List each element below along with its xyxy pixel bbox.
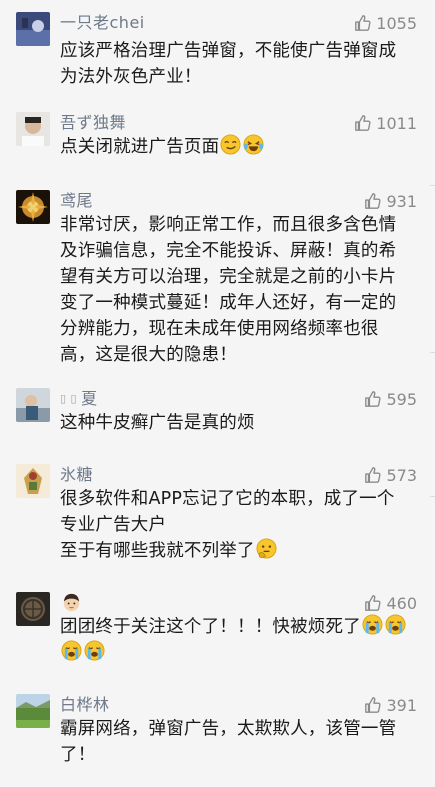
like-button[interactable]: 391 xyxy=(364,694,417,716)
like-count: 931 xyxy=(386,191,417,211)
comment-text: 团团终于关注这个了！！！快被烦死了 xyxy=(60,614,415,666)
like-button[interactable]: 931 xyxy=(364,190,417,212)
comment-text: 非常讨厌，影响正常工作，而且很多含色情 及诈骗信息，完全不能投诉、屏蔽！真的希 … xyxy=(60,215,397,365)
thumbs-up-icon xyxy=(365,595,381,611)
comment-text: 很多软件和APP忘记了它的本职，成了一个 专业广告大户 至于有哪些我就不列举了 xyxy=(60,489,395,561)
username[interactable]: 鸢尾 xyxy=(60,190,93,212)
username[interactable]: 吾ず独舞 xyxy=(60,112,126,134)
thumbs-up-icon xyxy=(365,697,381,713)
comment-text: 霸屏网络，弹窗广告，太欺欺人，该管一管 了！ xyxy=(60,719,397,765)
like-button[interactable]: 460 xyxy=(364,592,417,614)
username[interactable] xyxy=(60,592,82,615)
username[interactable]: 一只老chei xyxy=(60,12,145,34)
thumbs-up-icon xyxy=(365,391,381,407)
like-count: 1011 xyxy=(376,113,417,133)
divider xyxy=(430,496,435,497)
thumbs-up-icon xyxy=(355,115,371,131)
thumbs-up-icon xyxy=(365,193,381,209)
man-face-emoji xyxy=(61,592,81,612)
comment-text: 这种牛皮癣广告是真的烦 xyxy=(60,413,255,433)
avatar[interactable] xyxy=(16,694,50,728)
crying-emoji xyxy=(61,640,82,661)
divider xyxy=(430,352,435,353)
laugh-crying-emoji xyxy=(243,134,264,155)
username[interactable]: ▯ ▯ 夏 xyxy=(60,388,98,410)
comment-text: 点关闭就进广告页面 xyxy=(60,134,415,160)
username[interactable]: 氷糖 xyxy=(60,464,93,486)
smirk-emoji xyxy=(220,134,241,155)
like-count: 595 xyxy=(386,389,417,409)
like-count: 391 xyxy=(386,695,417,715)
thumbs-up-icon xyxy=(365,467,381,483)
crying-emoji xyxy=(84,640,105,661)
like-button[interactable]: 1011 xyxy=(354,112,417,134)
like-button[interactable]: 595 xyxy=(364,388,417,410)
avatar[interactable] xyxy=(16,592,50,626)
like-count: 460 xyxy=(386,593,417,613)
avatar[interactable] xyxy=(16,12,50,46)
thumbs-up-icon xyxy=(355,15,371,31)
like-button[interactable]: 1055 xyxy=(354,12,417,34)
divider xyxy=(430,185,435,186)
like-button[interactable]: 573 xyxy=(364,464,417,486)
placeholder-glyph-icon: ▯ ▯ xyxy=(60,392,82,405)
avatar[interactable] xyxy=(16,388,50,422)
comment-text: 应该严格治理广告弹窗，不能使广告弹窗成 为法外灰色产业！ xyxy=(60,41,397,87)
like-count: 1055 xyxy=(376,13,417,33)
like-count: 573 xyxy=(386,465,417,485)
avatar[interactable] xyxy=(16,464,50,498)
crying-emoji xyxy=(362,614,383,635)
crying-emoji xyxy=(385,614,406,635)
comment-feed: 一只老chei 1055 应该严格治理广告弹窗，不能使广告弹窗成 为法外灰色产业… xyxy=(0,0,435,787)
username[interactable]: 白桦林 xyxy=(60,694,110,716)
avatar[interactable] xyxy=(16,190,50,224)
thinking-emoji xyxy=(256,538,277,559)
avatar[interactable] xyxy=(16,112,50,146)
